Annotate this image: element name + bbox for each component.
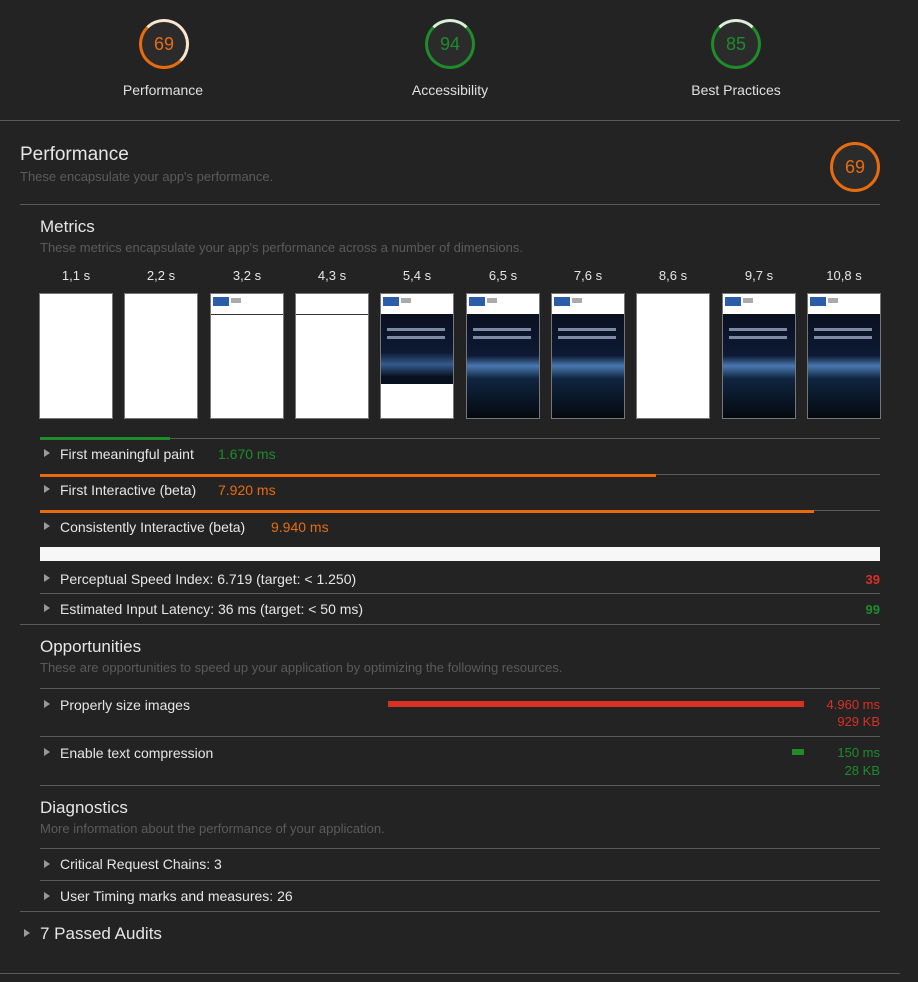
frame-time-3: 3,2 s [232,268,262,283]
frame-time-6: 6,5 s [488,268,518,283]
frame-thumbnail-8 [636,293,710,419]
frame-time-9: 9,7 s [744,268,774,283]
frame-time-4: 4,3 s [317,268,347,283]
text-compression-size: 28 KB [844,763,880,778]
opportunities-end-divider [40,785,880,786]
properly-size-images-time: 4.960 ms [826,697,880,712]
consistently-interactive-value: 9.940 ms [271,519,329,535]
first-interactive-bar [40,474,656,477]
performance-divider [20,204,880,205]
critical-chains-label[interactable]: Critical Request Chains: 3 [60,856,222,872]
frame-time-2: 2,2 s [146,268,176,283]
frame-thumbnail-7 [551,293,625,419]
fmp-expand-icon[interactable] [44,449,50,457]
first-interactive-label[interactable]: First Interactive (beta) [60,482,196,498]
diagnostics-subtitle: More information about the performance o… [40,821,385,836]
frame-thumbnail-3 [210,293,284,419]
consistently-interactive-expand-icon[interactable] [44,522,50,530]
frame-thumbnail-6 [466,293,540,419]
best-practices-gauge-score: 85 [725,34,747,54]
opportunity-divider-2 [40,736,880,737]
accessibility-gauge-score: 94 [439,34,461,54]
accessibility-gauge[interactable]: 94 [425,19,475,69]
diagnostics-end-divider [20,911,880,912]
passed-audits-expand-icon[interactable] [24,929,30,937]
properly-size-images-label[interactable]: Properly size images [60,697,190,713]
frame-thumbnail-5 [380,293,454,419]
best-practices-gauge-label[interactable]: Best Practices [656,82,816,98]
psi-score: 39 [865,572,880,587]
performance-section-score: 69 [844,157,866,177]
diagnostics-divider-2 [40,880,880,881]
eil-expand-icon[interactable] [44,604,50,612]
best-practices-gauge[interactable]: 85 [711,19,761,69]
consistently-interactive-bar [40,510,814,513]
properly-size-images-bar [388,701,804,707]
performance-gauge-label[interactable]: Performance [83,82,243,98]
user-timing-expand-icon[interactable] [44,892,50,900]
diagnostics-divider-1 [40,848,880,849]
frame-thumbnail-2 [124,293,198,419]
frame-time-8: 8,6 s [658,268,688,283]
frame-thumbnail-4 [295,293,369,419]
summary-divider [0,120,900,121]
performance-gauge-score: 69 [153,34,175,54]
properly-size-images-size: 929 KB [837,714,880,729]
fmp-label[interactable]: First meaningful paint [60,446,194,462]
frame-thumbnail-10 [807,293,881,419]
opportunity-divider-1 [40,688,880,689]
metrics-subtitle: These metrics encapsulate your app's per… [40,240,523,255]
frame-time-7: 7,6 s [573,268,603,283]
critical-chains-expand-icon[interactable] [44,860,50,868]
timeline-track [40,547,880,561]
frame-thumbnail-1 [39,293,113,419]
text-compression-expand-icon[interactable] [44,748,50,756]
consistently-interactive-label[interactable]: Consistently Interactive (beta) [60,519,245,535]
fmp-value: 1.670 ms [218,446,276,462]
frame-time-10: 10,8 s [826,268,862,283]
eil-score: 99 [865,602,880,617]
text-compression-time: 150 ms [837,745,880,760]
diagnostics-title: Diagnostics [40,798,128,817]
properly-size-images-expand-icon[interactable] [44,700,50,708]
user-timing-label[interactable]: User Timing marks and measures: 26 [60,888,293,904]
psi-label[interactable]: Perceptual Speed Index: 6.719 (target: <… [60,571,356,587]
psi-expand-icon[interactable] [44,574,50,582]
metrics-end-divider [20,624,880,625]
frame-time-1: 1,1 s [61,268,91,283]
performance-section-gauge: 69 [830,142,880,192]
fmp-bar [40,437,170,440]
eil-label[interactable]: Estimated Input Latency: 36 ms (target: … [60,601,363,617]
metric-divider-4 [40,593,880,594]
passed-audits-label[interactable]: 7 Passed Audits [40,924,162,944]
frame-thumbnail-9 [722,293,796,419]
accessibility-gauge-label[interactable]: Accessibility [370,82,530,98]
performance-subtitle: These encapsulate your app's performance… [20,169,274,184]
bottom-divider [0,973,900,974]
opportunities-subtitle: These are opportunities to speed up your… [40,660,563,675]
opportunities-title: Opportunities [40,637,142,656]
performance-title: Performance [20,144,129,165]
performance-gauge[interactable]: 69 [139,19,189,69]
text-compression-label[interactable]: Enable text compression [60,745,213,761]
metrics-title: Metrics [40,217,95,236]
frame-time-5: 5,4 s [402,268,432,283]
first-interactive-value: 7.920 ms [218,482,276,498]
first-interactive-expand-icon[interactable] [44,485,50,493]
